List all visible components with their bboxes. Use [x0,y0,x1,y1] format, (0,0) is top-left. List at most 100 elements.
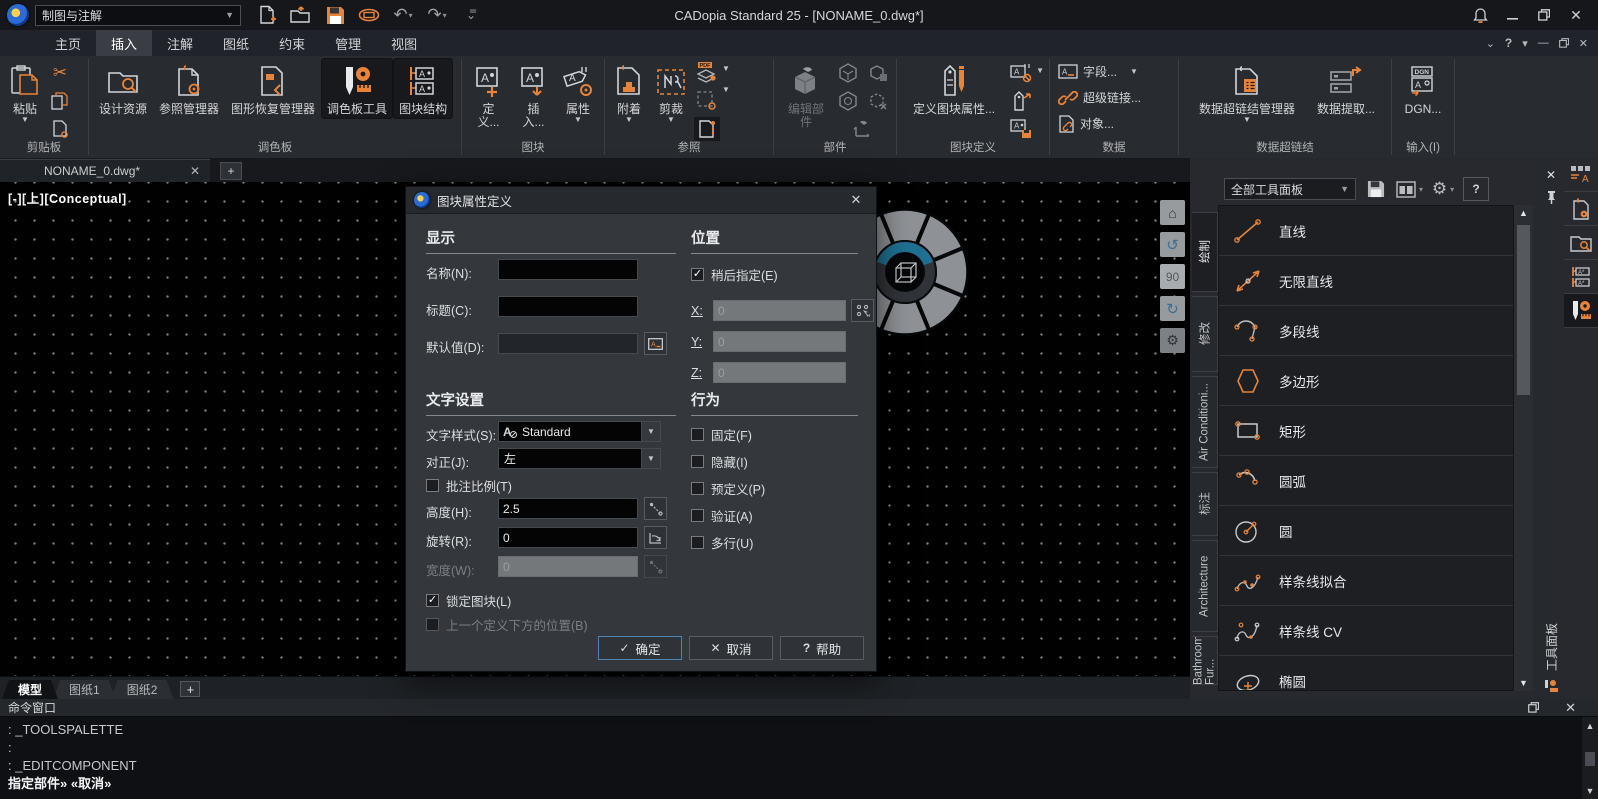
add-layout-button[interactable]: + [180,681,200,697]
data-extract-button[interactable]: 数据提取... [1312,59,1380,118]
hidden-checkbox[interactable]: 隐藏(I) [691,452,748,471]
restore-button[interactable] [1530,4,1558,26]
data-hyperlink-manager-button[interactable]: 数据超链结管理器 ▼ [1184,59,1310,125]
palette-item-circle[interactable]: 圆 [1219,506,1513,556]
close-icon[interactable]: ✕ [1546,168,1556,182]
ok-button[interactable]: ✓ 确定 [598,636,682,660]
pick-rotation-button[interactable] [644,526,667,549]
chevron-down-icon[interactable]: ▼ [1036,67,1044,74]
viewport-controls-label[interactable]: [-][上][Conceptual] [8,188,127,207]
command-prompt[interactable]: 指定部件» «取消» [8,775,1574,793]
category-tab-draw[interactable]: 绘制 [1192,212,1218,292]
command-scrollbar[interactable]: ▲ ▼ [1582,717,1598,799]
annotative-checkbox[interactable]: 批注比例(T) [426,476,512,495]
app-logo[interactable] [7,4,29,26]
block-attributes-button[interactable]: A 属性 ▼ [557,59,599,125]
palette-tools-palette-button[interactable] [1564,294,1598,328]
pick-point-button[interactable] [851,299,874,322]
insert-field-button[interactable]: A [644,332,667,355]
checkbox-icon[interactable] [426,479,439,492]
copy-with-basepoint-button[interactable] [47,117,73,141]
category-tab-architecture[interactable]: Architecture [1192,540,1218,632]
doc-restore-button[interactable] [1559,38,1569,48]
palette-item-spline-cv[interactable]: 样条线 CV [1219,606,1513,656]
nav-settings-button[interactable]: ⚙ [1160,328,1185,353]
attach-reference-button[interactable]: 附着 ▼ [610,59,648,125]
multiline-checkbox[interactable]: 多行(U) [691,533,753,552]
palette-item-arc[interactable]: 圆弧 [1219,456,1513,506]
rotate-cw-button[interactable]: ↻ [1160,296,1185,321]
rotate-ccw-button[interactable]: ↺ [1160,232,1185,257]
fixed-checkbox[interactable]: 固定(F) [691,425,752,444]
tab-sheet[interactable]: 图纸 [208,30,264,56]
attribute-display-button[interactable]: A [1008,61,1034,85]
rotation-input[interactable] [498,527,638,548]
category-tab-dimension[interactable]: 标注 [1192,472,1218,536]
block-structure-button[interactable]: AA 图块结构 [394,59,452,118]
frame-settings-button[interactable] [694,117,720,141]
doc-minimize-button[interactable]: — [1538,37,1549,49]
close-button[interactable]: ✕ [1562,4,1590,26]
help-button[interactable]: ? 帮助 [780,636,864,660]
default-value-input[interactable] [498,333,638,354]
save-block-attributes-button[interactable]: A [1008,117,1034,141]
design-resources-button[interactable]: 设计资源 [94,59,152,118]
pdf-layers-button[interactable]: PDF [694,61,720,85]
palette-tools-button[interactable]: 调色板工具 [322,59,392,118]
component-box-save-button[interactable] [865,61,891,85]
name-input[interactable] [498,259,638,280]
customize-toolbar-button[interactable]: ⌄̿ [459,3,483,27]
dgn-import-button[interactable]: DGNA DGN... [1400,59,1447,118]
component-box-delete-button[interactable] [865,89,891,113]
checkbox-checked-icon[interactable]: ✓ [426,594,439,607]
collapse-ribbon-icon[interactable]: ⌄ [1486,37,1495,50]
chevron-down-icon[interactable]: ▼ [641,422,660,441]
tab-constraints[interactable]: 约束 [264,30,320,56]
tab-manage[interactable]: 管理 [320,30,376,56]
command-window-header[interactable]: 命令窗口 ✕ [0,699,1598,717]
document-tab[interactable]: NONAME_0.dwg* ✕ [0,159,210,182]
reference-manager-button[interactable]: 参照管理器 [154,59,224,118]
close-icon[interactable]: ✕ [844,192,868,208]
edit-component-button[interactable]: 编辑部件 [779,59,833,131]
object-link-button[interactable]: 对象... [1055,111,1117,136]
checkbox-icon[interactable] [691,509,704,522]
clip-reference-button[interactable]: 剪裁 ▼ [650,59,692,125]
justify-combo[interactable]: 左 ▼ [498,448,661,469]
palette-item-ellipse[interactable]: 椭圆 [1219,656,1513,691]
checkbox-icon[interactable] [691,482,704,495]
cut-button[interactable]: ✂ [47,61,73,85]
workspace-selector[interactable]: 制图与注解 ▼ [35,5,241,26]
palette-scrollbar[interactable]: ▲ ▼ [1514,205,1533,691]
chevron-down-icon[interactable]: ▼ [722,86,730,93]
add-document-button[interactable]: + [220,162,242,180]
save-palette-button[interactable] [1363,177,1389,201]
open-file-button[interactable] [289,3,313,27]
chevron-down-icon[interactable]: ▾ [409,11,413,20]
design-resources-palette-button[interactable] [1564,226,1598,260]
checkbox-icon[interactable] [691,536,704,549]
sync-attributes-button[interactable] [1008,89,1034,113]
chevron-down-icon[interactable]: ▼ [641,449,660,468]
validate-checkbox[interactable]: 验证(A) [691,506,753,525]
palette-item-polyline[interactable]: 多段线 [1219,306,1513,356]
caption-input[interactable] [498,296,638,317]
home-view-button[interactable]: ⌂ [1160,200,1185,225]
chevron-down-icon[interactable]: ▾ [1419,185,1423,194]
copy-button[interactable] [47,89,73,113]
checkbox-icon[interactable] [691,455,704,468]
scrollbar-thumb[interactable] [1517,225,1530,395]
scroll-down-icon[interactable]: ▼ [1586,786,1595,796]
redo-button[interactable]: ↷▾ [425,3,449,27]
component-shieldbox-button[interactable] [835,89,861,113]
insert-block-button[interactable]: A 插入... [512,59,555,131]
dialog-title-bar[interactable]: 图块属性定义 ✕ [406,187,876,214]
palette-help-button[interactable]: ? [1463,177,1489,201]
minimize-button[interactable] [1498,4,1526,26]
tab-annotate[interactable]: 注解 [152,30,208,56]
pin-icon[interactable] [1545,190,1558,205]
scroll-up-icon[interactable]: ▲ [1586,721,1595,731]
chevron-down-icon[interactable]: ▼ [722,65,730,72]
clip-boundary-button[interactable] [694,89,720,113]
component-hand-axes-button[interactable] [850,117,876,141]
